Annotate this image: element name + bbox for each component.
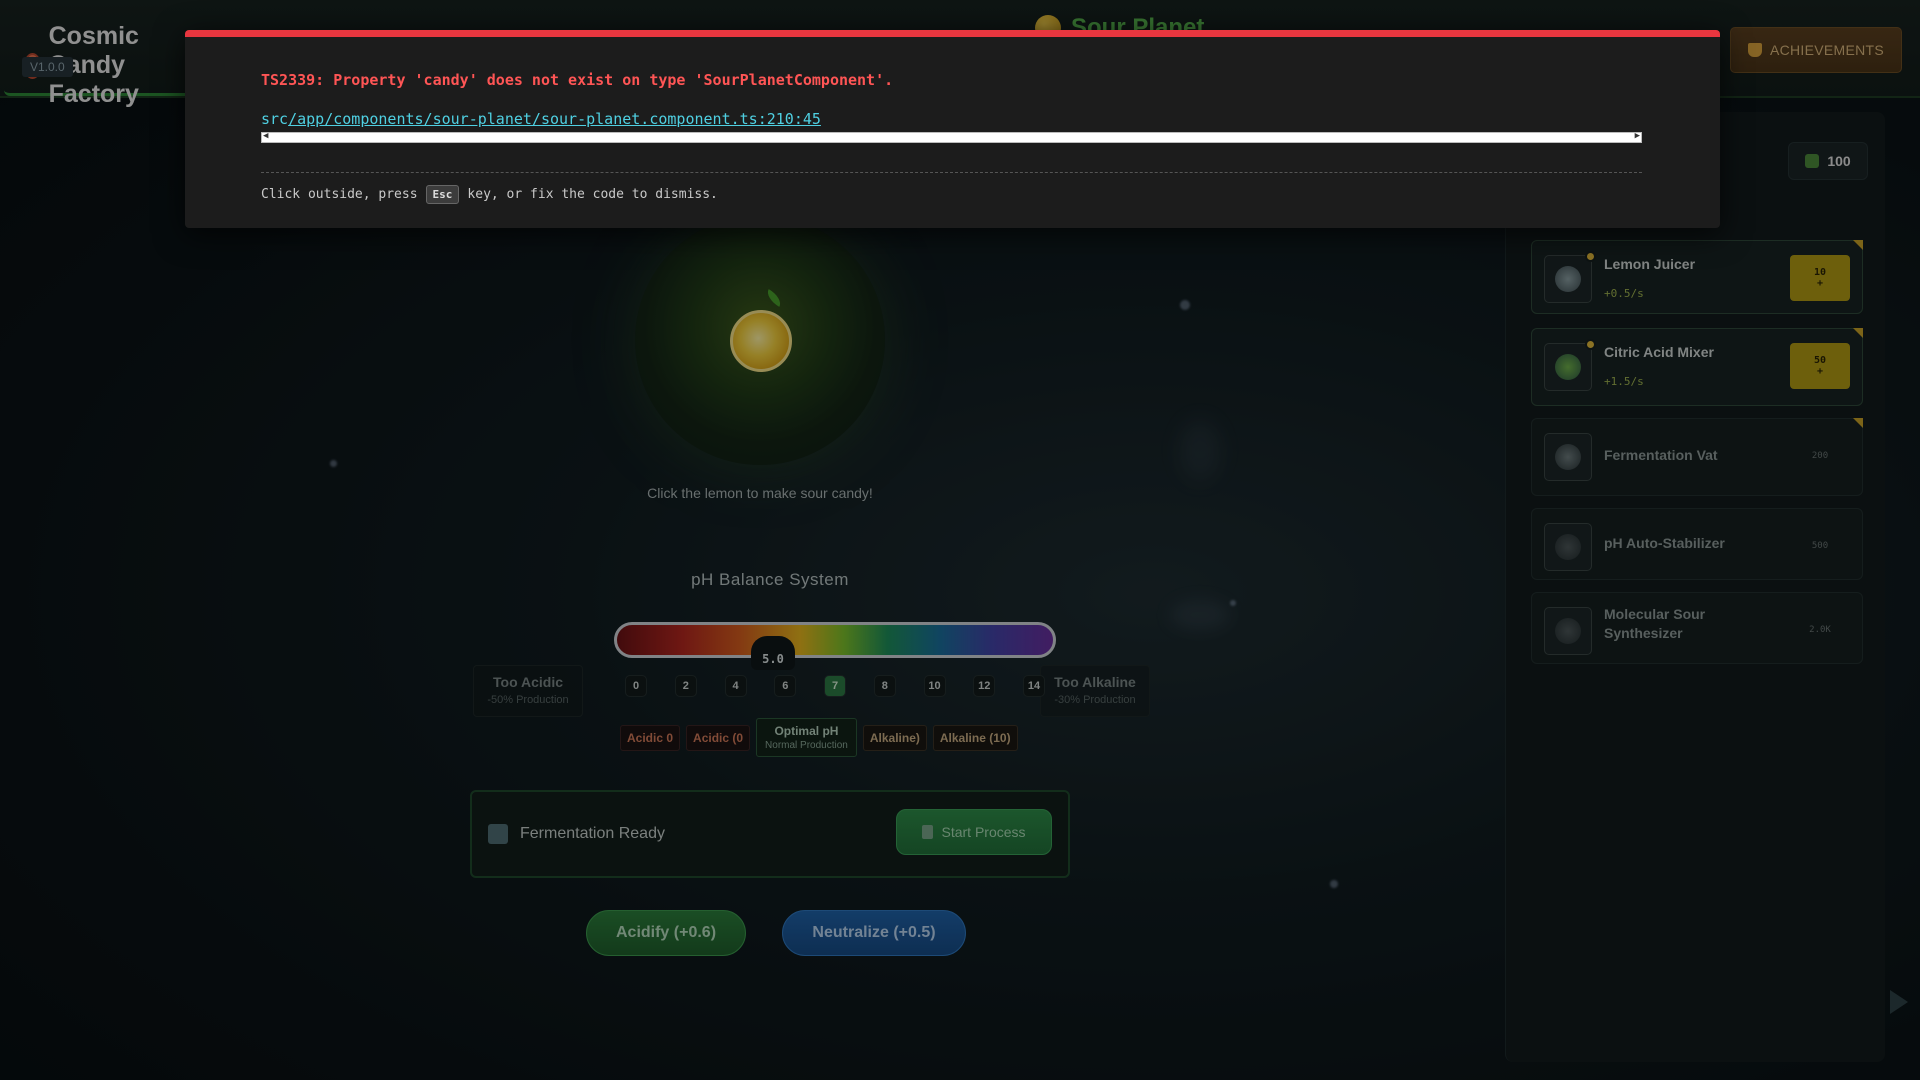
error-file-location: src/app/components/sour-planet/sour-plan… <box>261 110 821 128</box>
dismiss-text-before: Click outside, press <box>261 187 418 202</box>
error-overlay: TS2339: Property 'candy' does not exist … <box>185 30 1720 228</box>
scroll-right-icon[interactable]: ▶ <box>1635 131 1640 141</box>
scroll-left-icon[interactable]: ◀ <box>263 131 268 141</box>
esc-key: Esc <box>425 185 460 204</box>
error-file-prefix: src <box>261 110 289 128</box>
error-file-link[interactable]: /app/components/sour-planet/sour-planet.… <box>288 110 821 128</box>
error-horizontal-scrollbar[interactable]: ◀ ▶ <box>261 131 1642 143</box>
error-divider <box>261 172 1642 173</box>
dismiss-text-after: key, or fix the code to dismiss. <box>467 187 718 202</box>
error-message: TS2339: Property 'candy' does not exist … <box>261 71 894 89</box>
error-dismiss-hint: Click outside, press Esc key, or fix the… <box>261 185 718 204</box>
